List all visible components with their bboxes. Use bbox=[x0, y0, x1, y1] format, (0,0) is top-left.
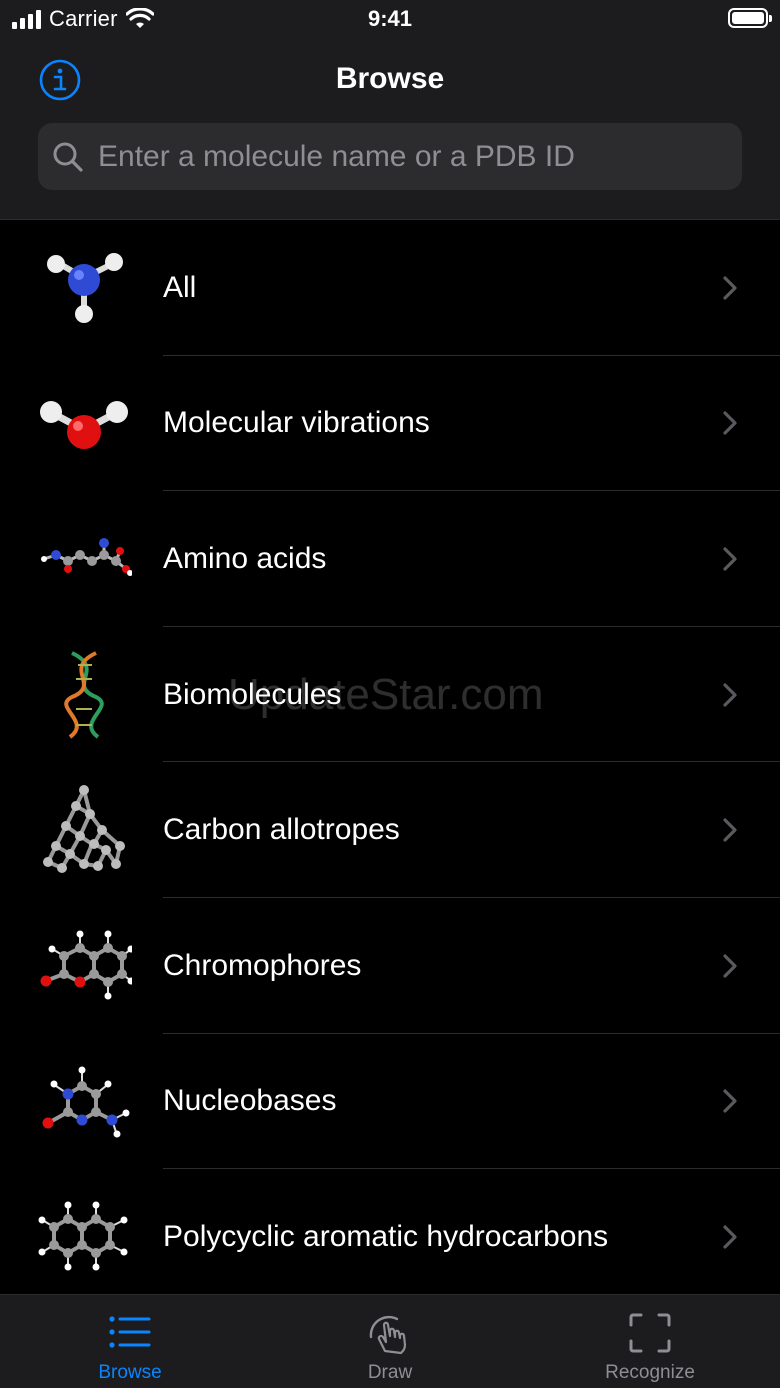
chevron-right-icon bbox=[723, 682, 737, 707]
chevron-right-icon bbox=[723, 1089, 737, 1113]
status-time: 9:41 bbox=[367, 6, 413, 31]
category-label: Chromophores bbox=[163, 948, 362, 982]
page-title: Browse bbox=[335, 62, 445, 95]
tab-recognize[interactable]: Recognize bbox=[520, 1295, 780, 1388]
chevron-right-icon bbox=[723, 1225, 737, 1249]
list-icon bbox=[109, 1316, 151, 1348]
search-input[interactable] bbox=[96, 138, 742, 175]
category-label: Polycyclic aromatic hydrocarbons bbox=[163, 1219, 609, 1253]
search-icon bbox=[53, 142, 83, 172]
category-row-polycyclic-aromatic-hydrocarbons[interactable]: Polycyclic aromatic hydrocarbons bbox=[0, 1169, 780, 1305]
category-label: Biomolecules bbox=[163, 677, 342, 711]
diamond-lattice-icon bbox=[43, 785, 125, 874]
tab-label: Browse bbox=[98, 1362, 162, 1383]
tab-label: Recognize bbox=[605, 1362, 695, 1383]
amino-acid-chain-icon bbox=[41, 538, 132, 577]
hand-draw-icon bbox=[369, 1315, 407, 1355]
chevron-right-icon bbox=[723, 547, 737, 571]
naphthalene-molecule-icon bbox=[38, 1201, 128, 1271]
category-label: Molecular vibrations bbox=[163, 406, 430, 440]
chevron-right-icon bbox=[723, 954, 737, 978]
status-bar: Carrier 9:41 bbox=[0, 0, 780, 40]
chevron-right-icon bbox=[723, 818, 737, 842]
dna-helix-icon bbox=[64, 650, 104, 739]
cytosine-molecule-icon bbox=[42, 1066, 130, 1138]
search-bar[interactable] bbox=[38, 123, 742, 190]
chevron-right-icon bbox=[723, 411, 737, 435]
category-row-nucleobases[interactable]: Nucleobases bbox=[0, 1034, 780, 1170]
tab-draw[interactable]: Draw bbox=[260, 1295, 520, 1388]
tab-label: Draw bbox=[367, 1362, 413, 1383]
water-molecule-icon bbox=[40, 400, 128, 449]
chevron-right-icon bbox=[723, 276, 737, 300]
category-label: Amino acids bbox=[163, 541, 327, 575]
category-label: All bbox=[163, 270, 197, 304]
category-list: All Molecular vibrations Amino acids Bio… bbox=[0, 220, 780, 1305]
scan-frame-icon bbox=[629, 1313, 671, 1353]
category-row-chromophores[interactable]: Chromophores bbox=[0, 898, 780, 1034]
coumarin-molecule-icon bbox=[40, 930, 132, 1000]
category-row-amino-acids[interactable]: Amino acids bbox=[0, 491, 780, 627]
category-row-carbon-allotropes[interactable]: Carbon allotropes bbox=[0, 762, 780, 898]
category-label: Nucleobases bbox=[163, 1084, 337, 1118]
ammonia-molecule-icon bbox=[47, 253, 123, 323]
category-row-biomolecules[interactable]: Biomolecules bbox=[0, 627, 780, 763]
battery-icon bbox=[728, 8, 772, 28]
category-row-all[interactable]: All bbox=[0, 220, 780, 356]
tab-bar: Browse Draw Recognize bbox=[0, 1294, 780, 1388]
tab-browse[interactable]: Browse bbox=[0, 1295, 260, 1388]
navigation-bar: Browse bbox=[0, 40, 780, 220]
category-row-molecular-vibrations[interactable]: Molecular vibrations bbox=[0, 356, 780, 492]
category-label: Carbon allotropes bbox=[163, 813, 400, 847]
